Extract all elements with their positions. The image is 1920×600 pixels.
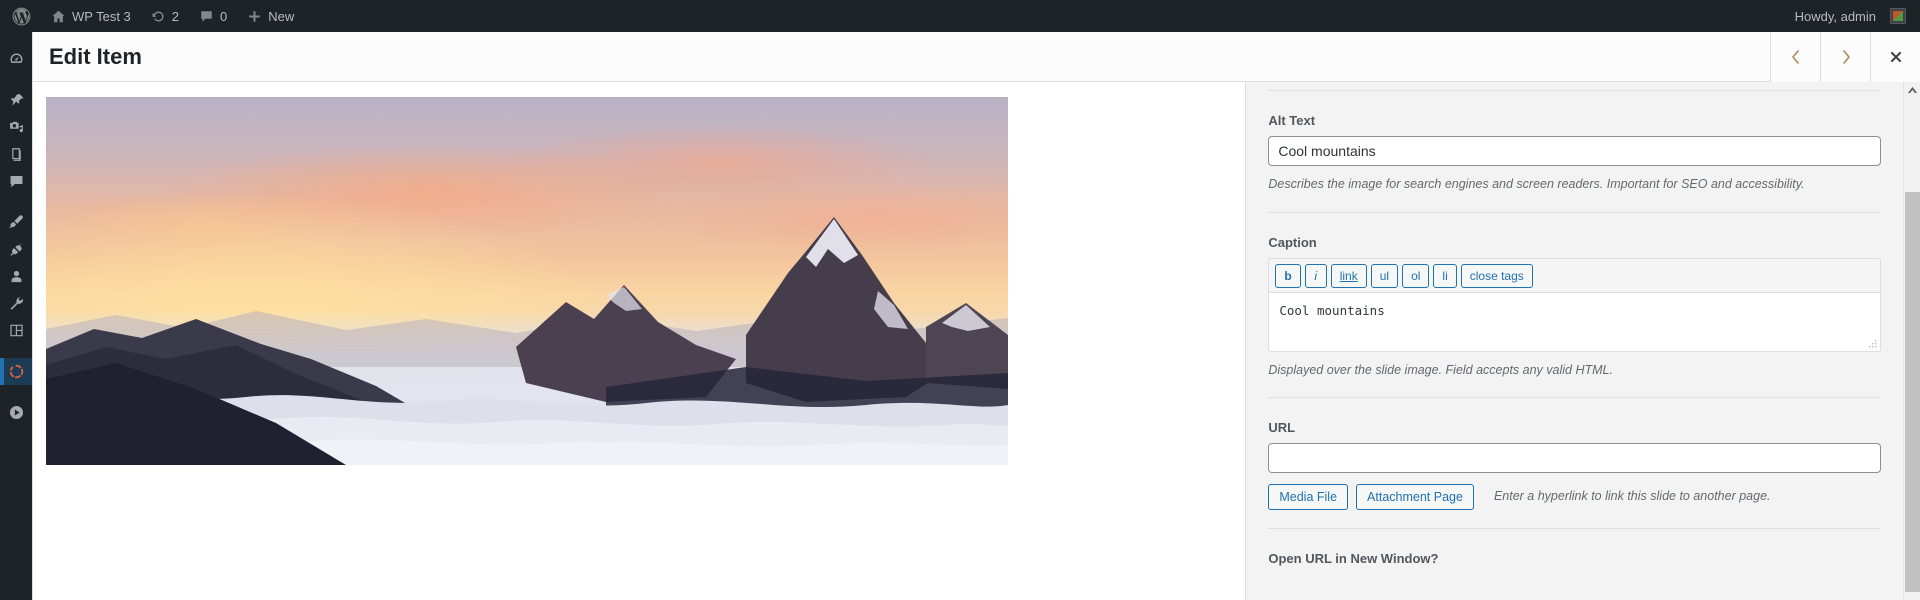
sidebar-item-comments[interactable] (0, 168, 32, 195)
sidebar-item-dashboard[interactable] (0, 46, 32, 73)
modal-header-buttons (1770, 32, 1920, 82)
comment-bubble-icon (8, 173, 25, 190)
comments-count: 0 (220, 8, 228, 24)
plus-icon (247, 9, 262, 24)
menu-spacer (0, 344, 32, 358)
sidebar-item-posts[interactable] (0, 87, 32, 114)
menu-spacer (0, 73, 32, 87)
menu-spacer (0, 32, 32, 46)
media-file-button[interactable]: Media File (1268, 484, 1349, 510)
sidebar-item-settings[interactable] (0, 317, 32, 344)
quicktag-close-tags-button[interactable]: close tags (1460, 263, 1533, 288)
url-button-row: Media File Attachment Page Enter a hyper… (1268, 484, 1881, 510)
close-icon (1890, 51, 1901, 62)
new-content-label: New (268, 8, 295, 24)
paintbrush-icon (8, 214, 25, 231)
modal-header: Edit Item (33, 32, 1920, 82)
media-preview-pane (33, 82, 1246, 600)
pages-icon (8, 146, 25, 163)
updates-count: 2 (171, 8, 180, 24)
open-new-window-label: Open URL in New Window? (1268, 551, 1439, 566)
sidebar-item-slider[interactable] (0, 358, 32, 385)
caption-label: Caption (1268, 234, 1317, 250)
quicktag-ul-button[interactable]: ul (1370, 263, 1399, 288)
sidebar-item-appearance[interactable] (0, 209, 32, 236)
field-open-new-window: Open URL in New Window? (1268, 529, 1881, 592)
scrollbar-up-arrow[interactable] (1904, 82, 1920, 99)
alt-text-label: Alt Text (1268, 113, 1316, 128)
dashboard-gauge-icon (8, 51, 25, 68)
caption-textarea-wrapper (1268, 291, 1881, 352)
edit-item-modal: Edit Item Alt Text Cool mountains Descri… (32, 32, 1920, 600)
sidebar-item-player[interactable] (0, 399, 32, 426)
caption-textarea[interactable] (1269, 292, 1880, 351)
site-name-label: WP Test 3 (72, 8, 131, 24)
alt-text-input[interactable] (1268, 136, 1881, 166)
modal-body: Alt Text Describes the image for search … (33, 82, 1920, 600)
sidebar-item-pages[interactable] (0, 141, 32, 168)
settings-scroll-content: Alt Text Describes the image for search … (1246, 82, 1903, 600)
attachment-page-button[interactable]: Attachment Page (1356, 484, 1474, 510)
wrench-icon (8, 295, 25, 312)
updates-menu[interactable]: 2 (141, 0, 189, 32)
page-title: Edit Item (49, 43, 142, 69)
quicktag-i-button[interactable]: i (1304, 263, 1327, 288)
slide-settings-pane: Alt Text Describes the image for search … (1245, 82, 1920, 600)
wp-logo-menu[interactable] (0, 0, 41, 32)
sidebar-item-users[interactable] (0, 263, 32, 290)
wp-admin-bar: WP Test 3 2 0 New Howdy, admin (0, 0, 1920, 32)
chevron-left-icon (1791, 49, 1799, 64)
next-item-button[interactable] (1820, 32, 1870, 82)
field-url: URL Media File Attachment Page Enter a h… (1268, 398, 1881, 529)
comments-menu[interactable]: 0 (189, 0, 237, 32)
plug-icon (8, 241, 25, 258)
user-icon (8, 268, 25, 285)
howdy-label: Howdy, admin (1794, 8, 1876, 24)
previous-item-button[interactable] (1770, 32, 1820, 82)
wordpress-logo-icon (12, 7, 31, 26)
comment-bubble-icon (199, 9, 214, 24)
play-circle-icon (8, 404, 25, 421)
caption-help: Displayed over the slide image. Field ac… (1268, 362, 1613, 377)
quicktag-li-button[interactable]: li (1433, 263, 1457, 288)
slider-revolution-circle-icon (8, 363, 25, 380)
home-icon (51, 9, 66, 24)
menu-spacer (0, 195, 32, 209)
updates-icon (151, 9, 166, 24)
settings-scrollbar[interactable] (1903, 82, 1920, 600)
alt-text-help: Describes the image for search engines a… (1268, 177, 1805, 191)
url-input[interactable] (1268, 443, 1881, 473)
sidebar-item-plugins[interactable] (0, 236, 32, 263)
mountain-silhouette (46, 217, 1008, 465)
admin-bar-right: Howdy, admin (1785, 0, 1920, 32)
admin-sidebar-menu (0, 32, 32, 600)
settings-sliders-icon (8, 322, 25, 339)
chevron-up-icon (1907, 87, 1917, 93)
quicktag-link-button[interactable]: link (1330, 263, 1367, 288)
site-name-menu[interactable]: WP Test 3 (41, 0, 141, 32)
close-modal-button[interactable] (1870, 32, 1920, 82)
field-caption: Caption b i link ul ol li close tags Coo… (1268, 213, 1881, 398)
url-label: URL (1268, 420, 1296, 435)
caption-quicktags-toolbar: b i link ul ol li close tags (1268, 257, 1881, 292)
quicktag-b-button[interactable]: b (1275, 263, 1301, 288)
sidebar-item-tools[interactable] (0, 290, 32, 317)
field-alt-text: Alt Text Describes the image for search … (1268, 90, 1881, 213)
pushpin-icon (8, 92, 25, 109)
slide-image[interactable] (46, 97, 1008, 465)
menu-spacer (0, 385, 32, 399)
chevron-right-icon (1842, 49, 1850, 64)
media-camera-music-icon (8, 119, 25, 136)
new-content-menu[interactable]: New (237, 0, 304, 32)
url-help: Enter a hyperlink to link this slide to … (1493, 489, 1771, 504)
my-account-menu[interactable]: Howdy, admin (1785, 0, 1906, 32)
sidebar-item-media[interactable] (0, 114, 32, 141)
scrollbar-thumb[interactable] (1905, 192, 1920, 592)
avatar (1890, 8, 1906, 24)
quicktag-ol-button[interactable]: ol (1402, 263, 1430, 288)
